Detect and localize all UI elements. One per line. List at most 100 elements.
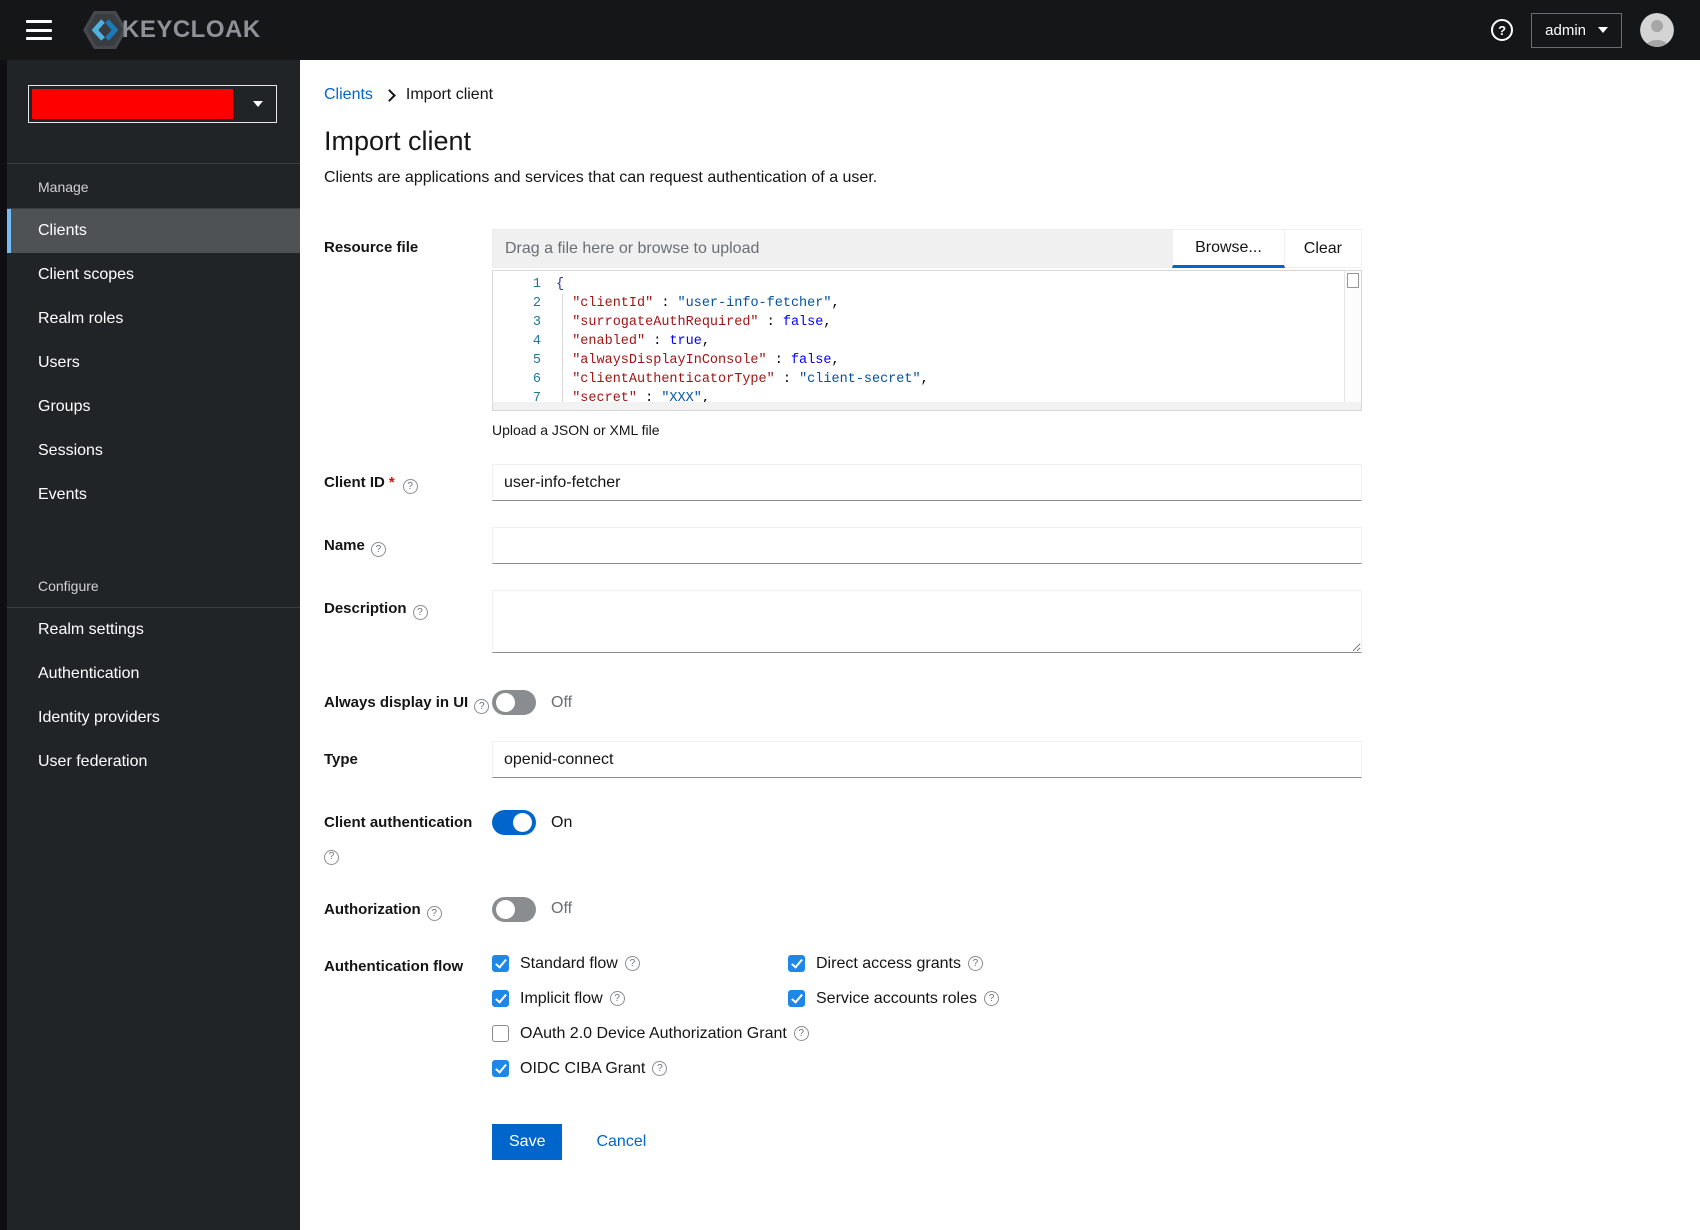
username-label: admin xyxy=(1545,21,1586,39)
editor-horizontal-scrollbar[interactable] xyxy=(493,402,1361,410)
oidc-ciba-grant-checkbox[interactable] xyxy=(492,1060,509,1077)
line-number: 6 xyxy=(532,372,541,387)
sidebar-item-authentication[interactable]: Authentication xyxy=(7,652,300,696)
name-row: Name xyxy=(324,527,1362,564)
help-icon[interactable] xyxy=(474,699,490,715)
direct-access-grants-checkbox[interactable] xyxy=(788,955,805,972)
sidebar-item-events[interactable]: Events xyxy=(7,473,300,517)
sidebar-item-users[interactable]: Users xyxy=(7,341,300,385)
description-textarea[interactable] xyxy=(492,590,1362,653)
authorization-label: Authorization xyxy=(324,891,492,921)
authentication-flow-options: Standard flow Direct access grants Impli… xyxy=(492,948,1362,1078)
sidebar: Manage Clients Client scopes Realm roles… xyxy=(0,60,300,1230)
help-icon[interactable] xyxy=(624,956,640,971)
nav-toggle-icon[interactable] xyxy=(26,20,52,40)
configure-nav: Realm settings Authentication Identity p… xyxy=(7,608,300,784)
authentication-flow-row: Authentication flow Standard flow Direct… xyxy=(324,948,1362,1078)
help-icon[interactable] xyxy=(412,605,428,621)
masthead-left: KEYCLOAK xyxy=(26,9,261,51)
help-icon[interactable] xyxy=(1491,19,1514,41)
editor-lines: 1 { 2 "clientId" : "user-info-fetcher", … xyxy=(493,271,1361,408)
browse-button[interactable]: Browse... xyxy=(1172,229,1285,268)
sidebar-item-user-federation[interactable]: User federation xyxy=(7,740,300,784)
help-icon[interactable] xyxy=(983,991,999,1006)
help-icon[interactable] xyxy=(652,1061,668,1076)
code-line: 3 "surrogateAuthRequired" : false, xyxy=(493,313,1361,332)
sidebar-item-identity-providers[interactable]: Identity providers xyxy=(7,696,300,740)
name-label: Name xyxy=(324,527,492,558)
file-upload-input[interactable] xyxy=(492,229,1173,268)
toggle-state-label: Off xyxy=(551,900,573,917)
keycloak-logo: KEYCLOAK xyxy=(82,9,261,51)
help-icon[interactable] xyxy=(967,956,983,971)
cancel-button[interactable]: Cancel xyxy=(596,1133,646,1151)
masthead: KEYCLOAK admin xyxy=(0,0,1700,60)
standard-flow-option: Standard flow xyxy=(492,955,788,973)
service-accounts-roles-option: Service accounts roles xyxy=(788,990,1362,1008)
sidebar-item-clients[interactable]: Clients xyxy=(7,209,300,253)
breadcrumb-clients-link[interactable]: Clients xyxy=(324,86,373,104)
oauth-device-grant-option: OAuth 2.0 Device Authorization Grant xyxy=(492,1025,1362,1043)
help-icon[interactable] xyxy=(426,905,442,921)
masthead-right: admin xyxy=(1491,12,1674,48)
user-menu-dropdown[interactable]: admin xyxy=(1531,12,1622,48)
type-input[interactable] xyxy=(492,741,1362,778)
help-icon[interactable] xyxy=(370,542,386,558)
editor-vertical-scrollbar[interactable] xyxy=(1344,271,1361,402)
client-id-input[interactable] xyxy=(492,464,1362,501)
form-actions: Save Cancel xyxy=(492,1123,1362,1160)
help-icon[interactable] xyxy=(402,479,418,495)
main-content: Clients Import client Import client Clie… xyxy=(300,60,1700,1230)
help-icon[interactable] xyxy=(324,849,339,865)
description-label: Description xyxy=(324,590,492,621)
indent-guide xyxy=(562,294,563,408)
save-button[interactable]: Save xyxy=(492,1123,563,1160)
sidebar-item-realm-roles[interactable]: Realm roles xyxy=(7,297,300,341)
client-id-label: Client ID * xyxy=(324,464,492,495)
toggle-state-label: On xyxy=(551,813,573,831)
sidebar-item-client-scopes[interactable]: Client scopes xyxy=(7,253,300,297)
realm-name-redacted xyxy=(32,89,233,119)
toggle-knob xyxy=(513,813,532,832)
resource-file-row: Resource file Browse... Clear 1 { xyxy=(324,229,1362,438)
keycloak-admin-console: KEYCLOAK admin xyxy=(0,0,1700,1230)
help-icon[interactable] xyxy=(609,991,625,1006)
authorization-row: Authorization Off xyxy=(324,891,1362,922)
json-code-editor[interactable]: 1 { 2 "clientId" : "user-info-fetcher", … xyxy=(492,270,1362,411)
code-line: 5 "alwaysDisplayInConsole" : false, xyxy=(493,351,1361,370)
file-upload-group: Browse... Clear xyxy=(492,229,1362,268)
always-display-row: Always display in UI Off xyxy=(324,684,1362,715)
toggle-state-label: Off xyxy=(551,693,573,711)
direct-access-grants-option: Direct access grants xyxy=(788,955,1362,973)
chevron-down-icon xyxy=(1598,27,1608,33)
always-display-toggle[interactable] xyxy=(492,690,536,715)
help-icon[interactable] xyxy=(793,1026,809,1041)
service-accounts-roles-checkbox[interactable] xyxy=(788,990,805,1007)
scrollbar-thumb[interactable] xyxy=(1347,273,1359,288)
import-client-form: Resource file Browse... Clear 1 { xyxy=(300,187,1362,1160)
avatar[interactable] xyxy=(1640,13,1674,47)
client-authentication-toggle[interactable] xyxy=(492,810,536,835)
toggle-knob xyxy=(496,899,515,919)
clear-button[interactable]: Clear xyxy=(1284,229,1362,268)
sidebar-item-realm-settings[interactable]: Realm settings xyxy=(7,608,300,652)
realm-selector[interactable] xyxy=(28,85,277,123)
oauth-device-grant-checkbox[interactable] xyxy=(492,1025,509,1042)
type-row: Type xyxy=(324,741,1362,778)
line-number: 1 xyxy=(532,277,541,292)
line-number: 4 xyxy=(532,334,541,349)
sidebar-item-sessions[interactable]: Sessions xyxy=(7,429,300,473)
required-asterisk: * xyxy=(388,474,395,491)
user-avatar-icon xyxy=(1640,13,1674,47)
standard-flow-checkbox[interactable] xyxy=(492,955,509,972)
nav-section-manage: Manage xyxy=(38,179,89,195)
chevron-down-icon xyxy=(253,101,263,107)
resource-file-control: Browse... Clear 1 { 2 "clientId" : "user… xyxy=(492,229,1362,438)
sidebar-item-groups[interactable]: Groups xyxy=(7,385,300,429)
authorization-toggle[interactable] xyxy=(492,896,536,922)
always-display-label: Always display in UI xyxy=(324,684,492,715)
resource-file-label: Resource file xyxy=(324,239,419,256)
name-input[interactable] xyxy=(492,527,1362,564)
content-header: Clients Import client Import client Clie… xyxy=(300,60,1700,187)
implicit-flow-checkbox[interactable] xyxy=(492,990,509,1007)
